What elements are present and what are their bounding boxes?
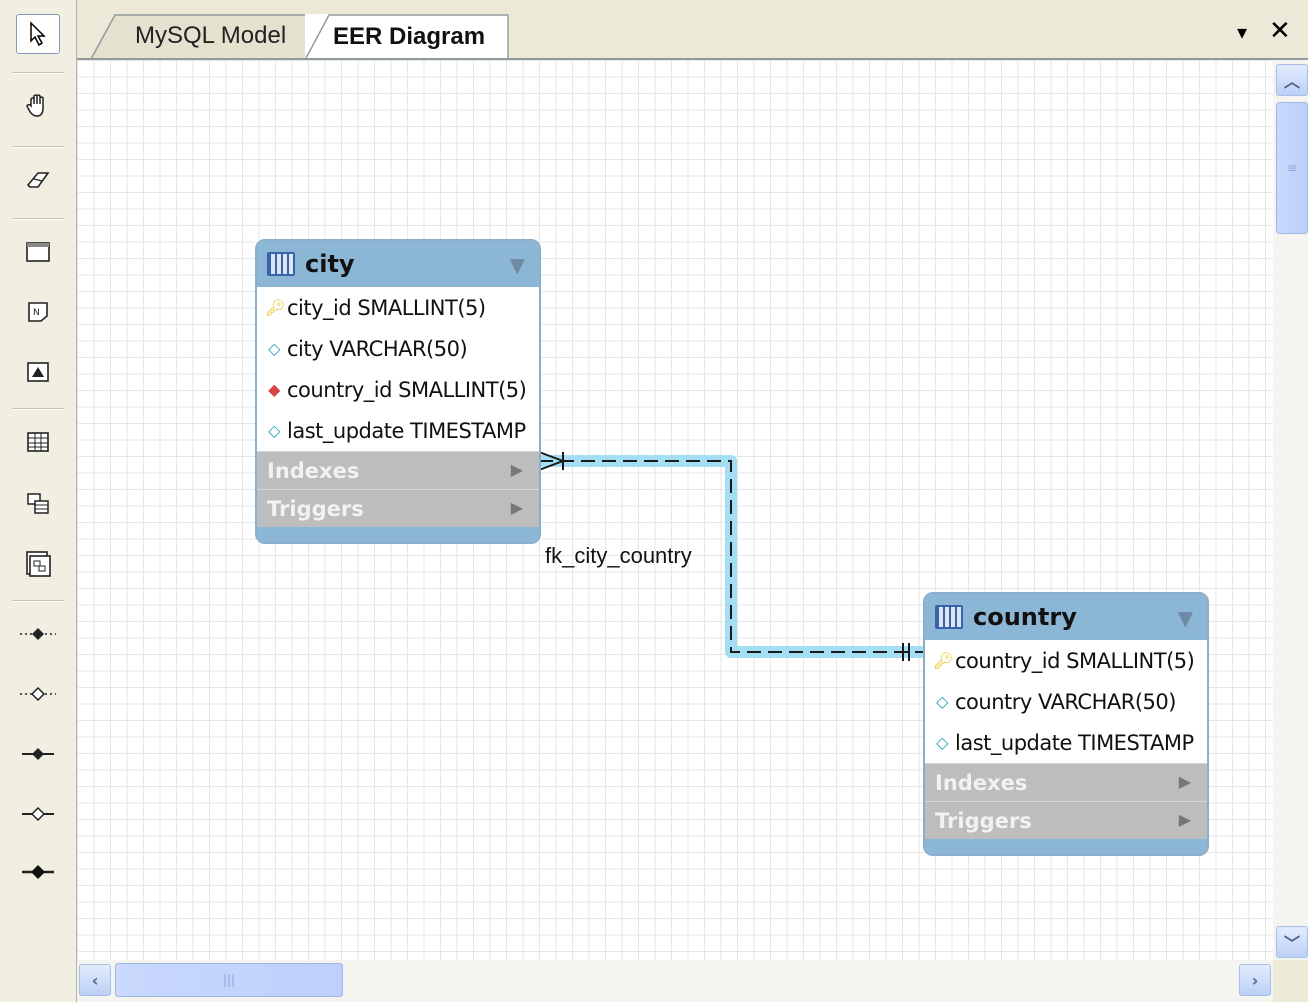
section-label: Triggers [935, 808, 1032, 833]
column-row[interactable]: ◇ last_update TIMESTAMP [257, 410, 539, 451]
relation-1-1-non-identifying-button[interactable] [16, 614, 60, 654]
close-tab-icon[interactable]: ✕ [1269, 16, 1291, 46]
relation-1-n-non-identifying-button[interactable] [16, 674, 60, 714]
tab-eer-diagram[interactable]: EER Diagram [305, 14, 509, 60]
hand-icon [26, 94, 44, 117]
relation-1-n-non-identifying-icon [20, 686, 56, 702]
horizontal-scroll-thumb[interactable]: ||| [115, 963, 343, 997]
foreign-key-icon: ◆ [268, 380, 280, 399]
column-row[interactable]: ◇ city VARCHAR(50) [257, 328, 539, 369]
eer-diagram-canvas[interactable]: city ▼ 🔑︎ city_id SMALLINT(5) ◇ city VARCH… [77, 60, 1273, 960]
view-icon [27, 493, 49, 514]
pointer-tool-button[interactable] [16, 14, 60, 54]
tab-list-dropdown-icon[interactable]: ▾ [1237, 20, 1247, 44]
relation-1-n-identifying-button[interactable] [16, 794, 60, 834]
routine-group-tool-button[interactable] [16, 544, 60, 584]
table-icon [267, 252, 295, 276]
expand-arrow-icon[interactable]: ▶ [1179, 810, 1191, 829]
column-row[interactable]: ◇ last_update TIMESTAMP [925, 722, 1207, 763]
column-label: last_update TIMESTAMP [955, 730, 1194, 755]
note-icon: N [28, 302, 48, 322]
layer-icon [26, 242, 50, 262]
expand-arrow-icon[interactable]: ▶ [1179, 772, 1191, 791]
table-country[interactable]: country ▼ 🔑︎ country_id SMALLINT(5) ◇ coun… [923, 592, 1209, 856]
relationship-label[interactable]: fk_city_country [545, 543, 692, 569]
column-label: country VARCHAR(50) [955, 689, 1176, 714]
relation-n-m-button[interactable] [16, 852, 60, 892]
chevron-left-icon: ‹ [91, 970, 99, 990]
primary-key-icon: 🔑︎ [933, 651, 953, 670]
section-label: Triggers [267, 496, 364, 521]
vertical-scrollbar[interactable]: ︿ ≡ ﹀ [1273, 60, 1308, 960]
image-icon [27, 362, 49, 382]
table-city-header[interactable]: city ▼ [257, 241, 539, 287]
column-row[interactable]: ◇ country VARCHAR(50) [925, 681, 1207, 722]
column-icon: ◇ [936, 692, 948, 711]
primary-key-icon: 🔑︎ [265, 298, 285, 317]
scroll-right-button[interactable]: › [1239, 964, 1271, 996]
pointer-icon [30, 21, 46, 47]
grip-icon: ||| [222, 973, 236, 987]
chevron-up-icon: ︿ [1283, 72, 1300, 91]
column-label: city VARCHAR(50) [287, 336, 468, 361]
section-label: Indexes [267, 458, 360, 483]
routine-group-icon [26, 551, 51, 577]
column-row[interactable]: 🔑︎ city_id SMALLINT(5) [257, 287, 539, 328]
column-row[interactable]: ◆ country_id SMALLINT(5) [257, 369, 539, 410]
relation-1-1-identifying-icon [22, 748, 54, 760]
column-row[interactable]: 🔑︎ country_id SMALLINT(5) [925, 640, 1207, 681]
table-footer [925, 839, 1207, 854]
table-tool-button[interactable] [16, 422, 60, 462]
indexes-section[interactable]: Indexes ▶ [257, 451, 539, 489]
triggers-section[interactable]: Triggers ▶ [257, 489, 539, 527]
collapse-arrow-icon[interactable]: ▼ [1178, 606, 1193, 630]
scrollbar-corner [1273, 960, 1308, 1002]
document-tab-bar: MySQL Model EER Diagram ▾ ✕ [77, 0, 1308, 60]
relation-1-1-identifying-button[interactable] [16, 734, 60, 774]
chevron-right-icon: › [1251, 970, 1259, 990]
eraser-icon [26, 172, 50, 188]
note-tool-button[interactable]: N [16, 292, 60, 332]
column-icon: ◇ [268, 339, 280, 358]
vertical-scroll-thumb[interactable]: ≡ [1276, 102, 1308, 234]
table-city-title: city [305, 250, 355, 278]
scroll-up-button[interactable]: ︿ [1276, 64, 1308, 96]
relation-1-n-identifying-icon [22, 806, 54, 822]
expand-arrow-icon[interactable]: ▶ [511, 498, 523, 517]
expand-arrow-icon[interactable]: ▶ [511, 460, 523, 479]
view-tool-button[interactable] [16, 484, 60, 524]
column-label: city_id SMALLINT(5) [287, 295, 486, 320]
column-icon: ◇ [268, 421, 280, 440]
table-icon [27, 432, 49, 452]
relation-1-1-non-identifying-icon [20, 628, 56, 640]
table-city[interactable]: city ▼ 🔑︎ city_id SMALLINT(5) ◇ city VARCH… [255, 239, 541, 544]
relation-n-m-icon [22, 865, 54, 879]
tool-palette: N [0, 0, 77, 1002]
scroll-down-button[interactable]: ﹀ [1276, 926, 1308, 958]
table-country-title: country [973, 603, 1077, 631]
section-label: Indexes [935, 770, 1028, 795]
column-label: country_id SMALLINT(5) [955, 648, 1195, 673]
svg-text:N: N [33, 308, 40, 318]
chevron-down-icon: ﹀ [1283, 934, 1300, 953]
eraser-tool-button[interactable] [16, 160, 60, 200]
table-country-header[interactable]: country ▼ [925, 594, 1207, 640]
table-footer [257, 527, 539, 542]
column-label: last_update TIMESTAMP [287, 418, 526, 443]
hand-tool-button[interactable] [16, 86, 60, 126]
image-tool-button[interactable] [16, 352, 60, 392]
scroll-left-button[interactable]: ‹ [79, 964, 111, 996]
triggers-section[interactable]: Triggers ▶ [925, 801, 1207, 839]
table-icon [935, 605, 963, 629]
column-icon: ◇ [936, 733, 948, 752]
grip-icon: ≡ [1286, 161, 1298, 175]
column-label: country_id SMALLINT(5) [287, 377, 527, 402]
layer-tool-button[interactable] [16, 232, 60, 272]
indexes-section[interactable]: Indexes ▶ [925, 763, 1207, 801]
collapse-arrow-icon[interactable]: ▼ [510, 253, 525, 277]
horizontal-scrollbar[interactable]: ‹ ||| › [77, 960, 1273, 1002]
